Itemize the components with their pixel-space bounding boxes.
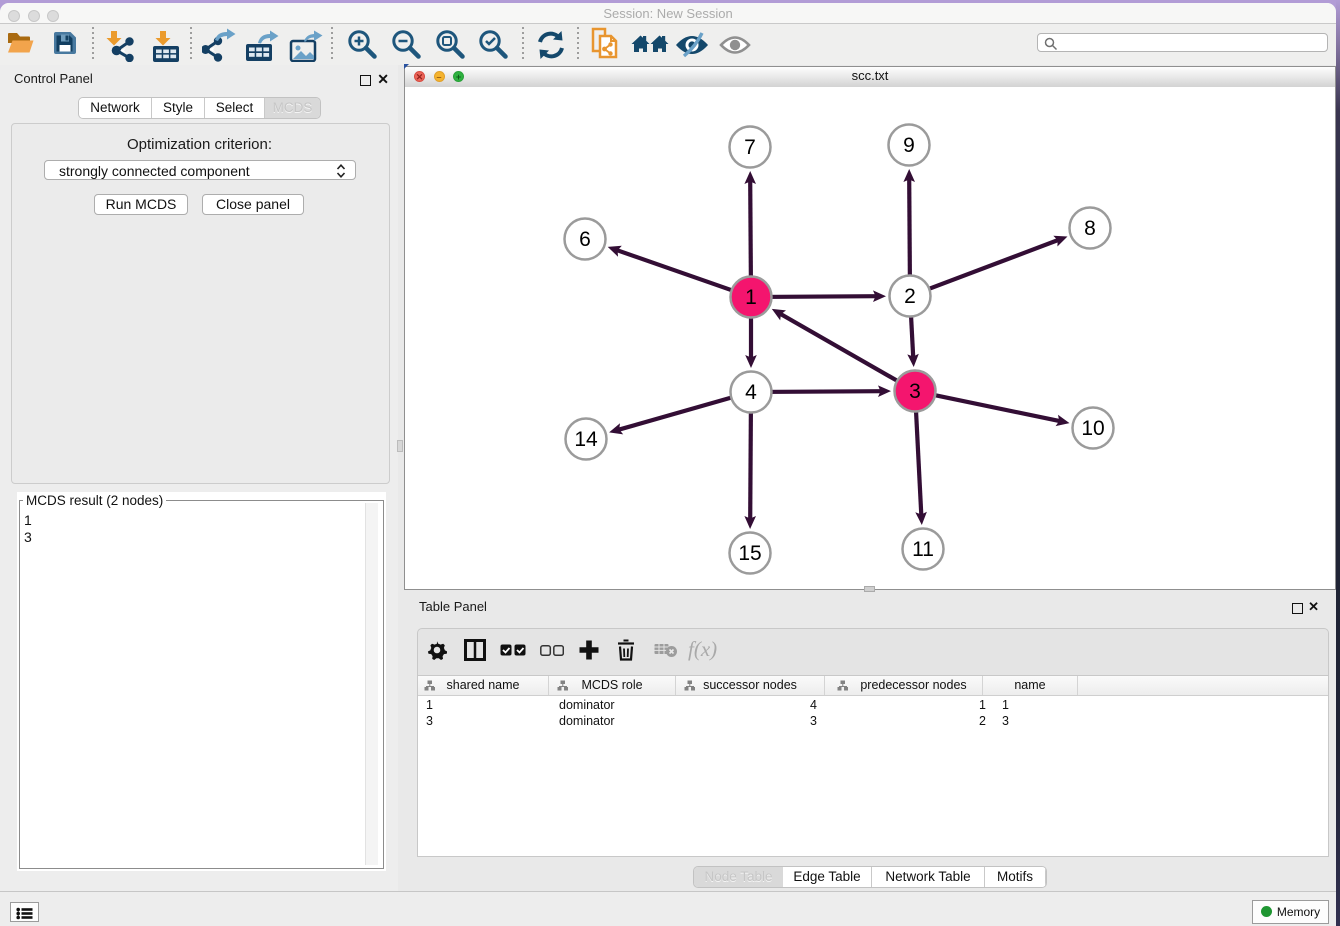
svg-text:2: 2 (904, 285, 916, 308)
svg-text:10: 10 (1081, 417, 1104, 440)
svg-text:14: 14 (574, 428, 598, 451)
svg-text:1: 1 (745, 286, 757, 309)
svg-text:11: 11 (912, 538, 934, 561)
svg-text:8: 8 (1084, 217, 1096, 240)
svg-text:3: 3 (909, 380, 921, 403)
svg-text:15: 15 (738, 542, 761, 565)
svg-text:4: 4 (745, 381, 757, 404)
svg-text:6: 6 (579, 228, 591, 251)
svg-text:9: 9 (903, 134, 915, 157)
svg-text:7: 7 (744, 136, 756, 159)
